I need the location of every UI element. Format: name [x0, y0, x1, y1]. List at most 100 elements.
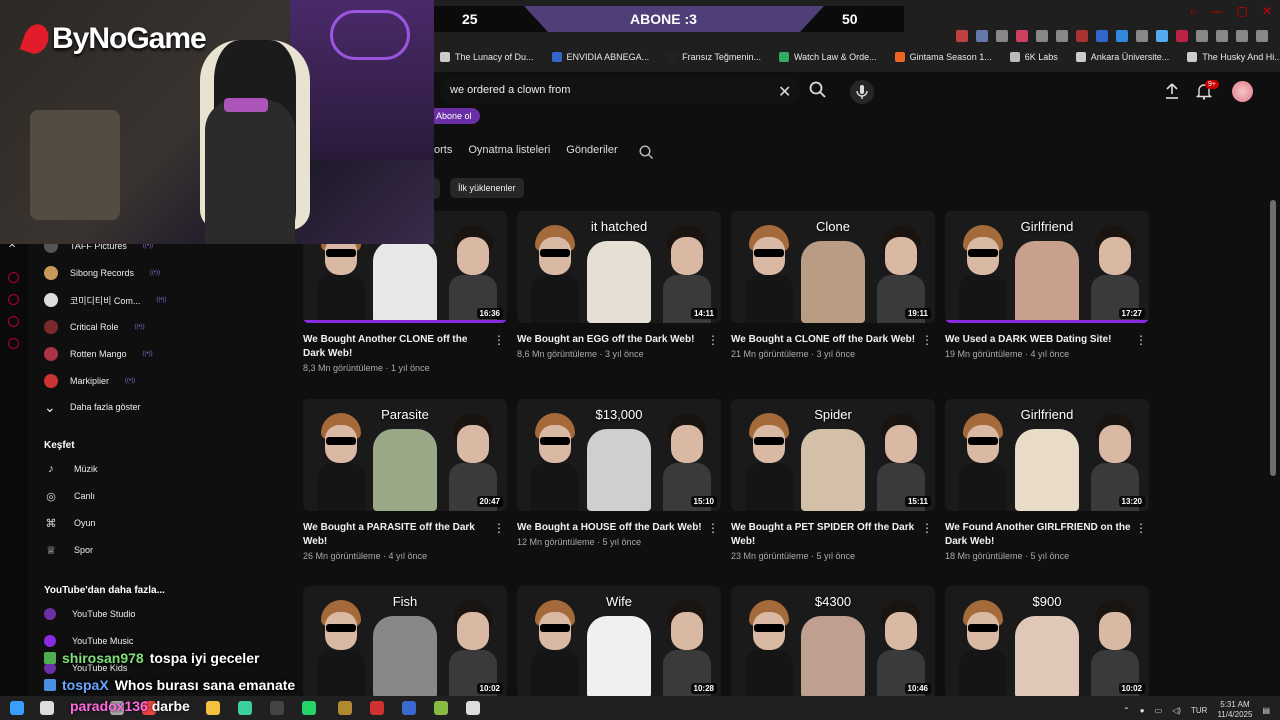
- sidebar-subscription-item[interactable]: Rotten Mango ((•)): [44, 346, 153, 362]
- video-title[interactable]: We Bought a PARASITE off the Dark Web!: [303, 521, 507, 549]
- channel-tab[interactable]: orts: [434, 144, 452, 156]
- sidebar-explore-item[interactable]: ◎ Canlı: [44, 488, 95, 504]
- sidebar-subscription-item[interactable]: Sibong Records ((•)): [44, 265, 160, 281]
- bookmark-item[interactable]: 6K Labs: [1009, 52, 1058, 62]
- extension-icon[interactable]: [1076, 30, 1088, 42]
- microphone-button[interactable]: [850, 80, 874, 104]
- bookmark-item[interactable]: Gintama Season 1...: [894, 52, 992, 62]
- sidebar-subscription-item[interactable]: Critical Role ((•)): [44, 319, 145, 335]
- search-input[interactable]: we ordered a clown from: [440, 78, 800, 104]
- video-card[interactable]: Clone 19:11 We Bought a CLONE off the Dark…: [731, 211, 935, 359]
- video-card[interactable]: Parasite 20:47 We Bought a PARASITE off th…: [303, 399, 507, 561]
- more-options-icon[interactable]: ⋮: [493, 333, 505, 347]
- notification-center-icon[interactable]: ▤: [1262, 706, 1270, 715]
- video-thumbnail[interactable]: Parasite 20:47: [303, 399, 507, 511]
- extension-icon[interactable]: [1056, 30, 1068, 42]
- extension-icon[interactable]: [1196, 30, 1208, 42]
- video-thumbnail[interactable]: Girlfriend 17:27: [945, 211, 1149, 323]
- video-card[interactable]: Spider 15:11 We Bought a PET SPIDER Off th…: [731, 399, 935, 561]
- sidebar-explore-item[interactable]: ♕ Spor: [44, 542, 93, 558]
- maximize-button[interactable]: ▢: [1237, 4, 1248, 19]
- more-options-icon[interactable]: ⋮: [1135, 333, 1147, 347]
- extension-icon[interactable]: [1116, 30, 1128, 42]
- tray-chevron-icon[interactable]: ⌃: [1123, 706, 1130, 715]
- video-card[interactable]: Fish 10:02: [303, 586, 507, 698]
- video-title[interactable]: We Bought a CLONE off the Dark Web!: [731, 333, 935, 347]
- clock[interactable]: 5:31 AM 11/4/2025: [1217, 700, 1252, 720]
- more-options-icon[interactable]: ⋮: [1135, 521, 1147, 535]
- microphone-tray-icon[interactable]: ●: [1140, 706, 1145, 715]
- page-scrollbar[interactable]: [1270, 200, 1276, 476]
- extension-icon[interactable]: [1216, 30, 1228, 42]
- obs-icon[interactable]: [270, 701, 284, 715]
- bookmark-item[interactable]: Fransız Teğmenin...: [667, 52, 761, 62]
- video-title[interactable]: We Bought Another CLONE off the Dark Web…: [303, 333, 507, 361]
- extension-icon[interactable]: [1096, 30, 1108, 42]
- whatsapp-icon[interactable]: [302, 701, 316, 715]
- video-thumbnail[interactable]: Clone 19:11: [731, 211, 935, 323]
- rail-home-icon[interactable]: [8, 272, 19, 283]
- clear-search-icon[interactable]: ✕: [778, 82, 791, 102]
- video-card[interactable]: Wife 10:28: [517, 586, 721, 698]
- extension-icon[interactable]: [1176, 30, 1188, 42]
- bookmark-item[interactable]: Ankara Üniversite...: [1075, 52, 1169, 62]
- extension-icon[interactable]: [956, 30, 968, 42]
- more-options-icon[interactable]: ⋮: [921, 333, 933, 347]
- more-options-icon[interactable]: ⋮: [707, 521, 719, 535]
- extension-icon[interactable]: [976, 30, 988, 42]
- channel-search-icon[interactable]: [638, 144, 654, 160]
- video-card[interactable]: it hatched 14:11 We Bought an EGG off the …: [517, 211, 721, 359]
- close-window-button[interactable]: ✕: [1262, 4, 1272, 19]
- app-icon[interactable]: [370, 701, 384, 715]
- extension-icon[interactable]: [1236, 30, 1248, 42]
- video-thumbnail[interactable]: $13,000 15:10: [517, 399, 721, 511]
- volume-icon[interactable]: ◁): [1172, 706, 1181, 715]
- extension-icon[interactable]: [1136, 30, 1148, 42]
- video-thumbnail[interactable]: it hatched 14:11: [517, 211, 721, 323]
- search-icon[interactable]: [40, 701, 54, 715]
- app-icon[interactable]: [338, 701, 352, 715]
- sidebar-subscription-item[interactable]: Markiplier ((•)): [44, 373, 135, 389]
- bookmark-item[interactable]: Watch Law & Orde...: [778, 52, 877, 62]
- video-card[interactable]: Girlfriend 13:20 We Found Another GIRLFRIE…: [945, 399, 1149, 561]
- channel-tab[interactable]: Gönderiler: [566, 144, 617, 156]
- sidebar-subscription-item[interactable]: 코미디티비 Com... ((•)): [44, 292, 167, 308]
- video-title[interactable]: We Bought an EGG off the Dark Web!: [517, 333, 721, 347]
- extension-icon[interactable]: [1156, 30, 1168, 42]
- video-card[interactable]: $4300 10:46: [731, 586, 935, 698]
- video-thumbnail[interactable]: Wife 10:28: [517, 586, 721, 698]
- video-card[interactable]: $13,000 15:10 We Bought a HOUSE off the Da…: [517, 399, 721, 547]
- extension-icon[interactable]: [996, 30, 1008, 42]
- upload-icon[interactable]: [1164, 82, 1180, 100]
- file-explorer-icon[interactable]: [206, 701, 220, 715]
- extension-icon[interactable]: [1256, 30, 1268, 42]
- bookmark-item[interactable]: The Lunacy of Du...: [440, 52, 534, 62]
- language-indicator[interactable]: TUR: [1191, 706, 1207, 715]
- more-options-icon[interactable]: ⋮: [493, 521, 505, 535]
- app-icon[interactable]: [238, 701, 252, 715]
- channel-tab[interactable]: Oynatma listeleri: [468, 144, 550, 156]
- bookmark-item[interactable]: The Husky And Hi...: [1187, 52, 1280, 62]
- video-title[interactable]: We Bought a HOUSE off the Dark Web!: [517, 521, 721, 535]
- account-avatar[interactable]: [1232, 81, 1253, 102]
- settings-icon[interactable]: [466, 701, 480, 715]
- extension-icon[interactable]: [1016, 30, 1028, 42]
- windows-start-icon[interactable]: [10, 701, 24, 715]
- bookmark-item[interactable]: ENVIDIA ABNEGA...: [551, 52, 649, 62]
- more-options-icon[interactable]: ⋮: [921, 521, 933, 535]
- filter-chip-oldest[interactable]: İlk yüklenenler: [450, 178, 524, 198]
- minimize-button[interactable]: —: [1211, 4, 1223, 19]
- video-thumbnail[interactable]: Spider 15:11: [731, 399, 935, 511]
- subscribe-button[interactable]: Abone ol: [428, 108, 480, 124]
- rail-games-icon[interactable]: [8, 316, 19, 327]
- video-title[interactable]: We Used a DARK WEB Dating Site!: [945, 333, 1149, 347]
- search-tabs-icon[interactable]: ⌕: [1190, 4, 1197, 19]
- rail-history-icon[interactable]: [8, 294, 19, 305]
- video-thumbnail[interactable]: Fish 10:02: [303, 586, 507, 698]
- extension-icon[interactable]: [1036, 30, 1048, 42]
- video-thumbnail[interactable]: Girlfriend 13:20: [945, 399, 1149, 511]
- network-icon[interactable]: ▭: [1155, 706, 1163, 715]
- video-card[interactable]: $900 10:02: [945, 586, 1149, 698]
- video-thumbnail[interactable]: $900 10:02: [945, 586, 1149, 698]
- show-more-button[interactable]: ⌄ Daha fazla göster: [44, 399, 141, 415]
